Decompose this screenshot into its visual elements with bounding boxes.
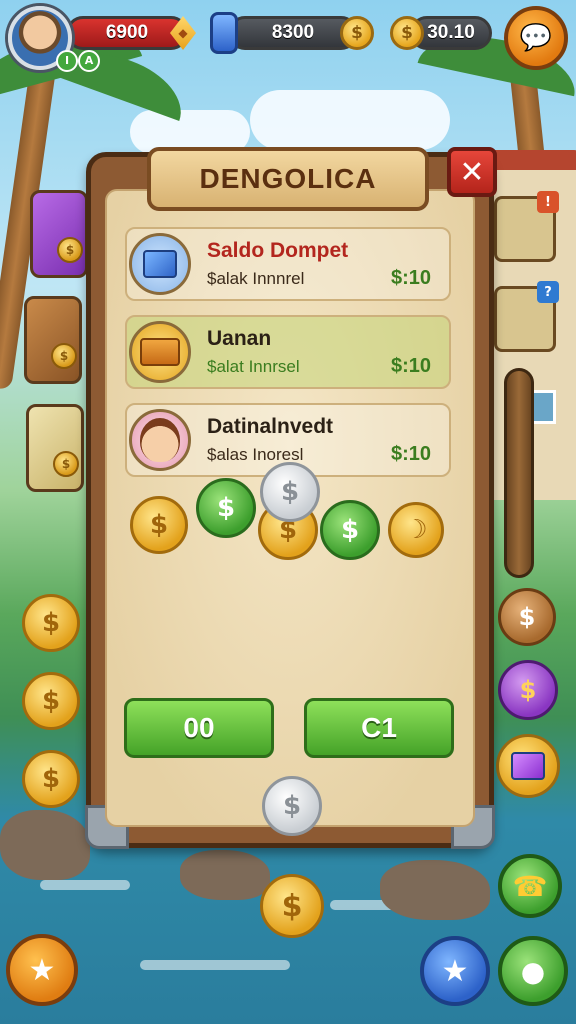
item-subtitle: $alat Innrsel bbox=[207, 357, 300, 376]
chat-button[interactable]: 💬 bbox=[504, 6, 568, 70]
rock bbox=[180, 850, 270, 900]
side-coin-icon[interactable]: $ bbox=[22, 750, 80, 808]
side-card-cream[interactable]: $ bbox=[26, 404, 84, 492]
list-item[interactable]: Uanan $alat Innrsel $:10 bbox=[125, 315, 451, 389]
gem-value: 8300 bbox=[271, 22, 315, 43]
close-button[interactable]: ✕ bbox=[447, 147, 497, 197]
purple-bonus-button[interactable]: $ bbox=[498, 660, 558, 720]
panel-title: DENGOLICA bbox=[199, 163, 377, 194]
blue-gem-icon bbox=[210, 12, 238, 54]
health-value: 6900 bbox=[105, 22, 149, 43]
silver-coin-icon[interactable]: $ bbox=[260, 462, 320, 522]
phone-button[interactable]: ☎ bbox=[498, 854, 562, 918]
right-action-button[interactable]: C1 bbox=[304, 698, 454, 758]
blue-book-icon bbox=[129, 233, 191, 295]
top-hud: 6900 I A ◆ 8300 $ 30.10 $ 💬 bbox=[0, 0, 576, 80]
green-coin-icon[interactable]: $ bbox=[196, 478, 256, 538]
alert-badge-icon: ! bbox=[537, 191, 559, 213]
rock bbox=[0, 810, 90, 880]
silver-coin-icon[interactable]: $ bbox=[262, 776, 322, 836]
health-bar: 6900 bbox=[66, 16, 188, 50]
player-avatar[interactable]: I A bbox=[8, 6, 100, 72]
gold-coin-icon[interactable]: $ bbox=[130, 496, 188, 554]
side-card-brown[interactable]: $ bbox=[24, 296, 82, 384]
item-name: Datinalnvedt bbox=[207, 415, 334, 438]
list-item[interactable]: Saldo Dompet $alak Innnrel $:10 bbox=[125, 227, 451, 301]
mini-coin-icon: $ bbox=[51, 343, 77, 369]
gold-coin-icon: $ bbox=[390, 16, 424, 50]
book-reward-button[interactable] bbox=[496, 734, 560, 798]
gem-add-coin-icon[interactable]: $ bbox=[340, 16, 374, 50]
gold-coin-icon[interactable]: ☽ bbox=[388, 502, 444, 558]
level-badge: I bbox=[56, 50, 78, 72]
orange-brick-icon bbox=[129, 321, 191, 383]
bronze-coin-button[interactable]: $ bbox=[498, 588, 556, 646]
mini-coin-icon: $ bbox=[53, 451, 79, 477]
rank-badge: A bbox=[78, 50, 100, 72]
cloud bbox=[250, 90, 450, 150]
item-name: Saldo Dompet bbox=[207, 239, 349, 262]
right-card-book[interactable]: ? bbox=[494, 281, 559, 352]
water-wave bbox=[40, 880, 130, 890]
side-card-purple[interactable]: $ bbox=[30, 190, 88, 278]
coin-value: 30.10 bbox=[427, 22, 475, 43]
star-menu-button[interactable]: ★ bbox=[6, 934, 78, 1006]
green-coin-icon[interactable]: $ bbox=[320, 500, 380, 560]
girl-avatar-icon bbox=[129, 409, 191, 471]
side-scrollbar[interactable] bbox=[504, 368, 534, 578]
side-coin-icon[interactable]: $ bbox=[22, 594, 80, 652]
star-boost-button[interactable]: ★ bbox=[420, 936, 490, 1006]
emote-button[interactable]: ● bbox=[498, 936, 568, 1006]
info-badge-icon: ? bbox=[537, 281, 559, 303]
item-price: $:10 bbox=[390, 267, 431, 289]
item-subtitle: $alak Innnrel bbox=[207, 269, 305, 288]
mini-coin-icon: $ bbox=[57, 237, 83, 263]
rock bbox=[380, 860, 490, 920]
item-price: $:10 bbox=[390, 443, 431, 465]
gem-bar: 8300 bbox=[228, 16, 358, 50]
left-action-button[interactable]: 00 bbox=[124, 698, 274, 758]
purple-book-icon bbox=[511, 752, 545, 780]
item-price: $:10 bbox=[390, 355, 431, 377]
floating-coin-icon: $ bbox=[260, 874, 324, 938]
side-coin-icon[interactable]: $ bbox=[22, 672, 80, 730]
right-card-map[interactable]: ! bbox=[494, 191, 559, 262]
water-wave bbox=[140, 960, 290, 970]
title-plate: DENGOLICA bbox=[147, 147, 429, 211]
item-name: Uanan bbox=[207, 327, 272, 350]
